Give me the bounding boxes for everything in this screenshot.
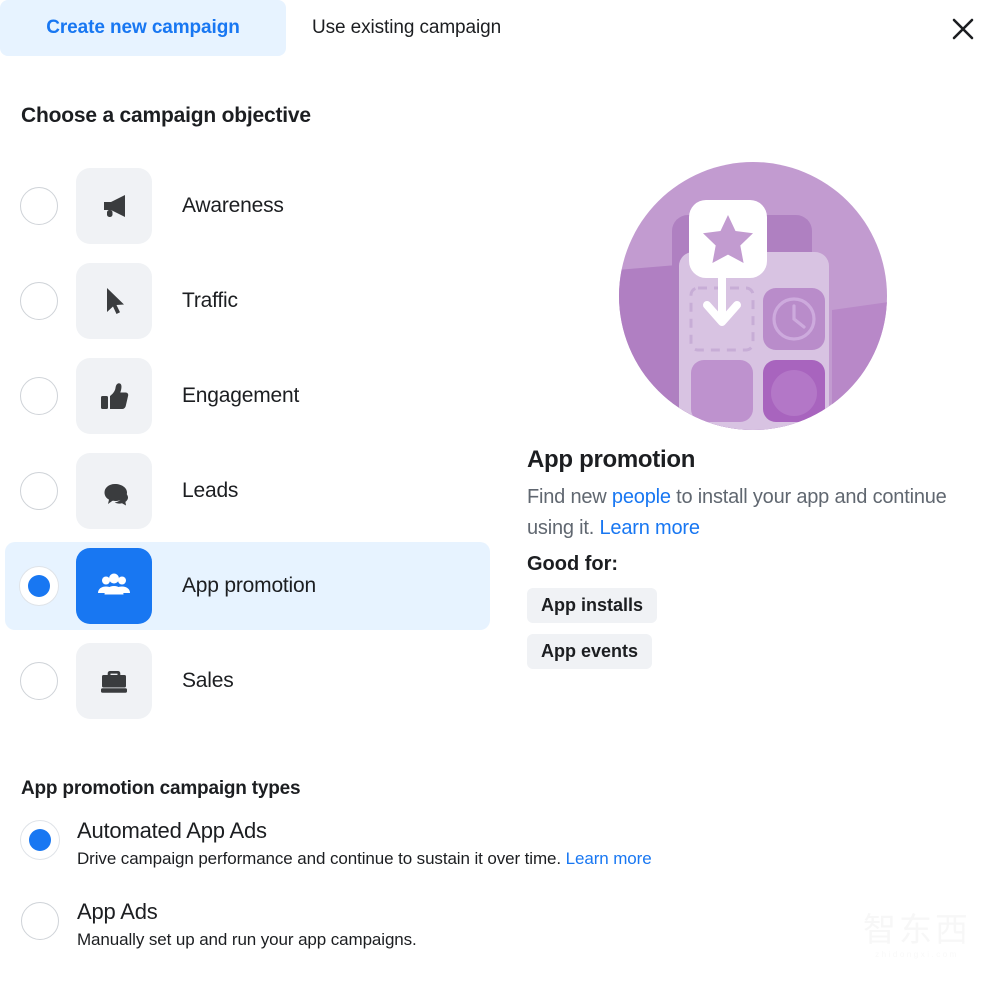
illustration-wrapper [527,160,979,432]
people-group-icon [98,573,130,595]
objective-option-awareness[interactable]: Awareness [5,162,490,250]
detail-description: Find new people to install your app and … [527,482,947,544]
status-badge-app-events: App events [527,634,653,669]
campaign-type-option-app-ads[interactable]: App Ads Manually set up and run your app… [21,899,921,950]
campaign-type-texts-app-ads: App Ads Manually set up and run your app… [77,899,417,950]
learn-more-link-automated[interactable]: Learn more [566,849,652,868]
close-icon [952,18,974,40]
objective-icon-tile-leads [76,453,152,529]
close-button[interactable] [944,10,982,48]
objective-icon-tile-engagement [76,358,152,434]
speech-bubbles-icon [104,484,128,506]
campaign-type-desc-text-app-ads: Manually set up and run your app campaig… [77,930,417,949]
campaign-type-desc-text-automated: Drive campaign performance and continue … [77,849,566,868]
objective-option-engagement[interactable]: Engagement [5,352,490,440]
app-promotion-illustration [619,162,887,430]
campaign-type-desc-app-ads: Manually set up and run your app campaig… [77,930,417,950]
tab-create-new-campaign[interactable]: Create new campaign [0,0,286,56]
radio-awareness[interactable] [20,187,58,225]
objective-option-sales[interactable]: Sales [5,637,490,725]
detail-title: App promotion [527,446,696,473]
radio-sales[interactable] [20,662,58,700]
campaign-types-list: Automated App Ads Drive campaign perform… [21,818,921,980]
objective-label-awareness: Awareness [182,194,284,217]
objective-label-app-promotion: App promotion [182,574,316,597]
good-for-badges: App installs App events [527,588,977,680]
megaphone-icon [104,195,125,217]
campaign-types-title: App promotion campaign types [21,778,301,799]
radio-app-promotion[interactable] [20,567,58,605]
radio-automated-app-ads[interactable] [21,821,59,859]
campaign-type-option-automated-app-ads[interactable]: Automated App Ads Drive campaign perform… [21,818,921,869]
objective-icon-tile-sales [76,643,152,719]
objective-detail-panel: App promotion Find new people to install… [527,160,977,680]
good-for-label: Good for: [527,553,619,575]
objective-icon-tile-awareness [76,168,152,244]
objective-list: Awareness Traffic Engagement Leads App p… [0,162,500,732]
campaign-type-name-app-ads: App Ads [77,899,158,924]
objective-option-leads[interactable]: Leads [5,447,490,535]
objective-option-app-promotion[interactable]: App promotion [5,542,490,630]
campaign-type-desc-automated-app-ads: Drive campaign performance and continue … [77,849,652,869]
objective-label-engagement: Engagement [182,384,300,407]
radio-engagement[interactable] [20,377,58,415]
radio-app-ads[interactable] [21,902,59,940]
thumbs-up-icon [101,383,129,409]
page-title: Choose a campaign objective [21,104,311,127]
objective-label-sales: Sales [182,669,234,692]
objective-label-leads: Leads [182,479,239,502]
objective-option-traffic[interactable]: Traffic [5,257,490,345]
tab-create-new-campaign-label: Create new campaign [46,17,240,38]
briefcase-icon [101,671,127,693]
tab-bar: Create new campaign Use existing campaig… [0,0,1000,58]
learn-more-link[interactable]: Learn more [599,517,699,539]
objective-label-traffic: Traffic [182,289,238,312]
campaign-type-texts-automated: Automated App Ads Drive campaign perform… [77,818,652,869]
tab-use-existing-campaign[interactable]: Use existing campaign [286,0,527,56]
cursor-icon [107,288,124,314]
campaign-objective-dialog: Create new campaign Use existing campaig… [0,0,1000,985]
badge-row-app-events: App events [527,634,977,680]
objective-icon-tile-traffic [76,263,152,339]
detail-description-part1: Find new [527,486,612,508]
campaign-type-name-automated-app-ads: Automated App Ads [77,818,267,843]
people-link[interactable]: people [612,486,671,508]
status-badge-app-installs: App installs [527,588,658,623]
radio-leads[interactable] [20,472,58,510]
objective-icon-tile-app-promotion [76,548,152,624]
tab-use-existing-campaign-label: Use existing campaign [312,17,502,38]
radio-traffic[interactable] [20,282,58,320]
badge-row-app-installs: App installs [527,588,977,634]
